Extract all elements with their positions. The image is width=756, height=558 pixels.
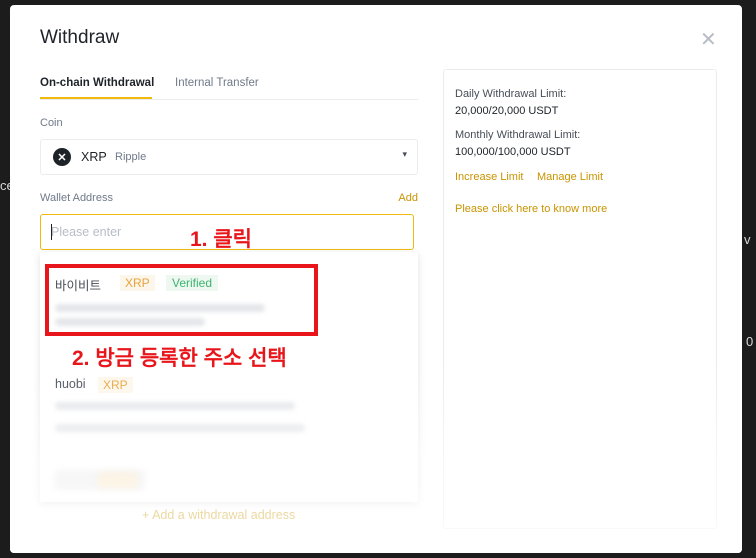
tab-internal-transfer[interactable]: Internal Transfer (175, 77, 259, 89)
address-item-name: huobi (55, 377, 86, 391)
blurred-memo (55, 424, 305, 432)
blurred-address (55, 402, 295, 410)
wallet-address-label: Wallet Address (40, 192, 113, 204)
chevron-down-icon: ▾ (402, 149, 407, 159)
blurred-coin-badge (98, 472, 138, 488)
close-icon[interactable]: ✕ (700, 27, 717, 52)
increase-limit-link[interactable]: Increase Limit (455, 171, 523, 183)
withdraw-tabs: On-chain Withdrawal Internal Transfer (40, 77, 418, 100)
coin-symbol: XRP (81, 150, 107, 164)
coin-select[interactable]: ✕ XRP Ripple ▾ (40, 139, 418, 175)
text-cursor (51, 224, 52, 240)
annotation-step-1: 1. 클릭 (190, 228, 252, 251)
manage-limit-link[interactable]: Manage Limit (537, 171, 603, 183)
active-tab-indicator (40, 97, 152, 99)
background-fragment-right-2: 0 (746, 334, 754, 349)
know-more-link[interactable]: Please click here to know more (455, 203, 607, 215)
background-fragment-right: v (744, 232, 751, 247)
coin-badge: XRP (98, 377, 133, 393)
withdraw-modal: Withdraw ✕ On-chain Withdrawal Internal … (10, 5, 742, 553)
annotation-step-2: 2. 방금 등록한 주소 선택 (72, 347, 287, 370)
tab-on-chain-withdrawal[interactable]: On-chain Withdrawal (40, 77, 154, 89)
modal-title: Withdraw (40, 27, 120, 48)
daily-limit-label: Daily Withdrawal Limit: (455, 88, 567, 100)
withdrawal-limits-panel: Daily Withdrawal Limit: 20,000/20,000 US… (443, 69, 717, 529)
address-item-huobi[interactable]: huobi XRP (40, 362, 418, 442)
xrp-logo-icon: ✕ (53, 148, 71, 166)
daily-limit-value: 20,000/20,000 USDT (455, 105, 559, 117)
monthly-limit-value: 100,000/100,000 USDT (455, 146, 571, 158)
annotation-highlight-box (45, 264, 318, 336)
coin-label: Coin (40, 117, 63, 129)
add-withdrawal-address-button[interactable]: + Add a withdrawal address (142, 508, 295, 522)
monthly-limit-label: Monthly Withdrawal Limit: (455, 129, 581, 141)
add-address-link[interactable]: Add (398, 192, 418, 204)
coin-name: Ripple (115, 151, 147, 163)
